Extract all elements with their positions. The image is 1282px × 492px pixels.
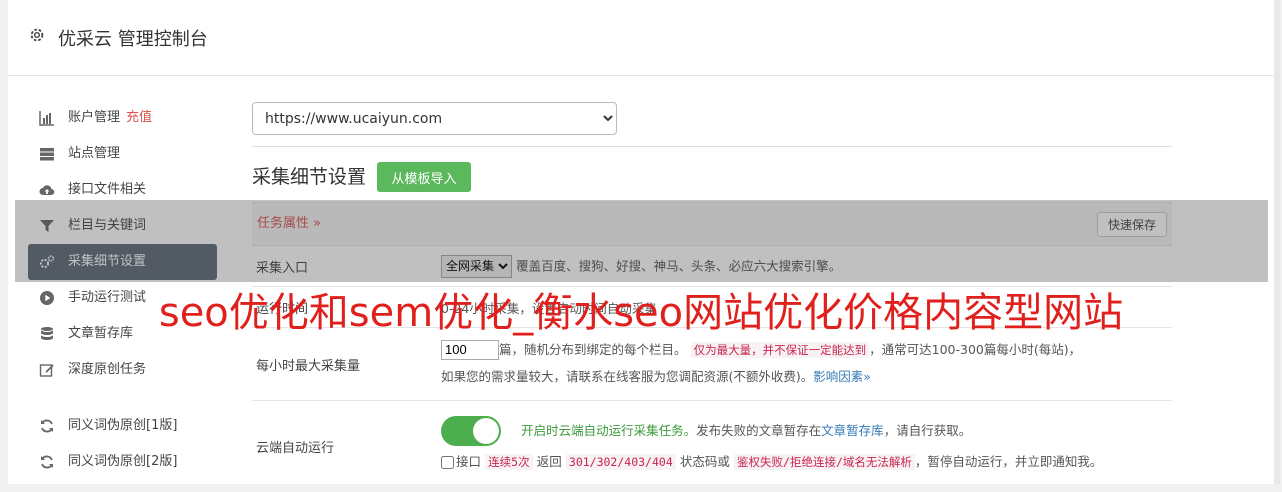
sidebar-item-account[interactable]: 账户管理充值 (28, 100, 217, 136)
setting-label: 每小时最大采集量 (252, 328, 440, 401)
sidebar-item-label: 接口文件相关 (68, 182, 146, 197)
sidebar-item-label: 同义词伪原创[1版] (68, 418, 177, 433)
overlay-band (15, 200, 1268, 282)
influence-factors-link[interactable]: 影响因素» (813, 369, 871, 384)
refresh-icon (39, 454, 55, 470)
recharge-link[interactable]: 充值 (126, 110, 152, 125)
import-template-button[interactable]: 从模板导入 (377, 162, 471, 192)
cloud-upload-icon (39, 182, 55, 198)
setting-row-cloud-run: 云端自动运行 开启时云端自动运行采集任务。发布失败的文章暂存在文章暂存库，请自行… (252, 401, 1172, 492)
site-select[interactable]: https://www.ucaiyun.com (252, 102, 617, 135)
section-title: 采集细节设置 (252, 162, 366, 189)
pause-on-error-checkbox[interactable] (441, 456, 454, 469)
server-icon (39, 146, 55, 162)
toggle-knob (473, 418, 499, 444)
scrollbar[interactable] (1274, 0, 1280, 484)
refresh-icon (39, 418, 55, 434)
watermark-text: seo优化和sem优化_衡水seo网站优化价格内容型网站 (0, 280, 1282, 338)
edit-icon (39, 362, 55, 378)
page-title: 优采云 管理控制台 (58, 25, 208, 51)
gear-icon (28, 26, 46, 44)
sidebar-item-label: 深度原创任务 (68, 362, 146, 377)
sidebar-item-synonym-v2[interactable]: 同义词伪原创[2版] (28, 444, 217, 480)
article-store-link[interactable]: 文章暂存库 (821, 423, 884, 438)
sidebar-item-label: 同义词伪原创[2版] (68, 454, 177, 469)
top-header: 优采云 管理控制台 (8, 0, 1274, 76)
sidebar-item-deep-original[interactable]: 深度原创任务 (28, 352, 217, 388)
divider (252, 146, 1172, 147)
cloud-run-toggle[interactable] (441, 416, 501, 446)
sidebar-item-label: 账户管理 (68, 110, 120, 125)
max-note-code: 仅为最大量，并不保证一定能达到 (691, 342, 870, 358)
sidebar-item-synonym-v1[interactable]: 同义词伪原创[1版] (28, 408, 217, 444)
max-count-input[interactable] (441, 340, 499, 360)
bar-chart-icon (39, 110, 55, 126)
sidebar-item-label: 站点管理 (68, 146, 120, 161)
setting-label: 云端自动运行 (252, 401, 440, 492)
setting-row-max-per-hour: 每小时最大采集量 篇，随机分布到绑定的每个栏目。 仅为最大量，并不保证一定能达到… (252, 328, 1172, 401)
sidebar-item-sites[interactable]: 站点管理 (28, 136, 217, 172)
